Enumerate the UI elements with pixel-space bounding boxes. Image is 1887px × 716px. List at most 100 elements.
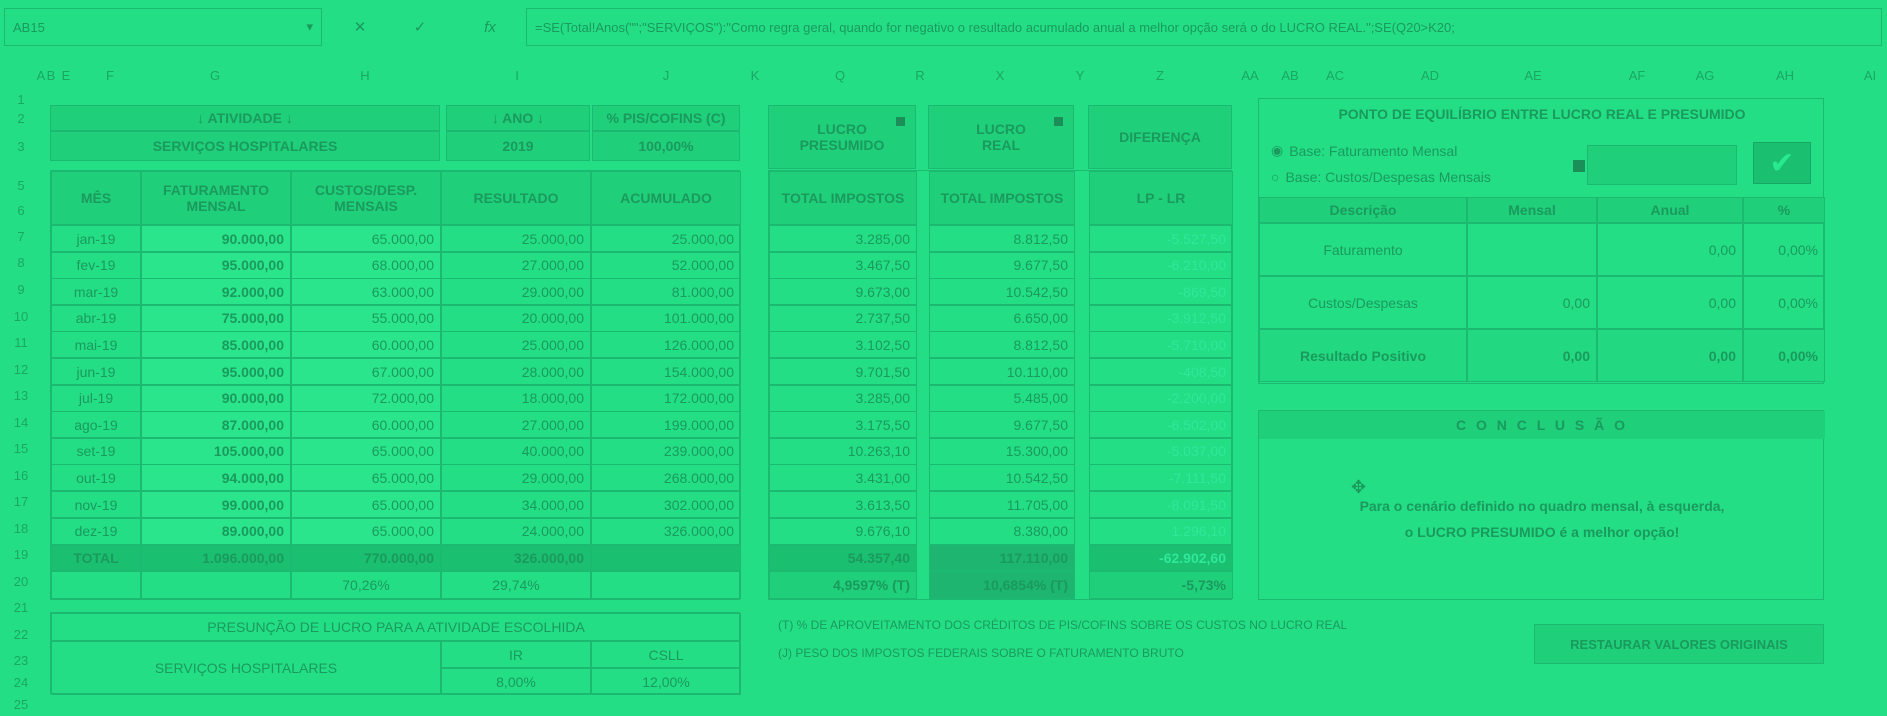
cell-mes[interactable]: out-19 <box>51 464 141 492</box>
cell-lr[interactable]: 8.812,50 <box>929 331 1075 359</box>
cell-custos[interactable]: 65.000,00 <box>291 491 441 518</box>
cell-custos[interactable]: 68.000,00 <box>291 251 441 279</box>
pct-custos[interactable]: 70,26% <box>291 571 441 599</box>
cell-acumulado[interactable]: 101.000,00 <box>591 304 741 332</box>
row-header[interactable]: 5 <box>6 178 36 193</box>
column-header-i[interactable]: I <box>507 62 527 88</box>
csll-value[interactable]: 12,00% <box>591 668 741 695</box>
row-header[interactable]: 1 <box>6 92 36 107</box>
cell-resultado[interactable]: 29.000,00 <box>441 464 591 492</box>
eq-cell-pct[interactable]: 0,00% <box>1743 329 1825 382</box>
cell-dif[interactable]: -3.912,50 <box>1089 304 1233 332</box>
cell-acumulado[interactable]: 239.000,00 <box>591 437 741 465</box>
column-header-ad[interactable]: AD <box>1415 62 1445 88</box>
row-header[interactable]: 23 <box>6 653 36 668</box>
cell-lr[interactable]: 10.542,50 <box>929 278 1075 306</box>
cell-faturamento[interactable]: 99.000,00 <box>141 491 291 518</box>
cancel-icon[interactable]: ✕ <box>340 8 380 46</box>
total-dif[interactable]: -62.902,60 <box>1089 545 1233 571</box>
column-header-x[interactable]: X <box>990 62 1010 88</box>
row-header[interactable]: 21 <box>6 600 36 615</box>
cell-resultado[interactable]: 27.000,00 <box>441 251 591 279</box>
formula-input[interactable]: =SE(Total!Anos("";"SERVIÇOS"):"Como regr… <box>526 8 1882 46</box>
spin-icon[interactable] <box>1573 160 1585 172</box>
column-header-ae[interactable]: AE <box>1518 62 1548 88</box>
cell-lr[interactable]: 10.110,00 <box>929 358 1075 385</box>
cell-resultado[interactable]: 18.000,00 <box>441 384 591 412</box>
eq-cell-desc[interactable]: Custos/Despesas <box>1259 276 1467 329</box>
cell-resultado[interactable]: 24.000,00 <box>441 517 591 545</box>
pct-acumulado[interactable] <box>591 571 741 599</box>
cell-faturamento[interactable]: 105.000,00 <box>141 437 291 465</box>
cell-lr[interactable]: 8.380,00 <box>929 517 1075 545</box>
cell-lr[interactable]: 10.542,50 <box>929 464 1075 492</box>
ir-value[interactable]: 8,00% <box>441 668 591 695</box>
cell-acumulado[interactable]: 326.000,00 <box>591 517 741 545</box>
name-box[interactable]: AB15 ▾ <box>4 8 322 46</box>
cell-lr[interactable]: 5.485,00 <box>929 384 1075 412</box>
total-lp[interactable]: 54.357,40 <box>769 545 917 571</box>
column-header-g[interactable]: G <box>205 62 225 88</box>
eq-cell-pct[interactable]: 0,00% <box>1743 276 1825 329</box>
column-header-a[interactable]: A <box>36 62 46 88</box>
cell-lr[interactable]: 9.677,50 <box>929 411 1075 439</box>
cell-lp[interactable]: 9.673,00 <box>769 278 917 306</box>
cell-faturamento[interactable]: 85.000,00 <box>141 331 291 359</box>
cell-lp[interactable]: 3.175,50 <box>769 411 917 439</box>
cell-custos[interactable]: 72.000,00 <box>291 384 441 412</box>
cell-dif[interactable]: -408,50 <box>1089 358 1233 385</box>
cell-custos[interactable]: 65.000,00 <box>291 225 441 252</box>
column-header-e[interactable]: E <box>56 62 76 88</box>
cell-mes[interactable]: mar-19 <box>51 278 141 306</box>
cell-lp[interactable]: 2.737,50 <box>769 304 917 332</box>
row-header[interactable]: 25 <box>6 697 36 712</box>
cell-dif[interactable]: -7.111,50 <box>1089 464 1233 492</box>
cell-acumulado[interactable]: 52.000,00 <box>591 251 741 279</box>
column-header-ab[interactable]: AB <box>1275 62 1305 88</box>
row-header[interactable]: 15 <box>6 441 36 456</box>
eq-cell-anual[interactable]: 0,00 <box>1597 329 1743 382</box>
cell-dif[interactable]: -8.091,50 <box>1089 491 1233 518</box>
cell-dif[interactable]: -5.710,00 <box>1089 331 1233 359</box>
column-header-j[interactable]: J <box>656 62 676 88</box>
confirm-button[interactable]: ✔ <box>1753 142 1811 184</box>
column-header-af[interactable]: AF <box>1622 62 1652 88</box>
atividade-value[interactable]: SERVIÇOS HOSPITALARES <box>50 131 440 161</box>
enter-icon[interactable]: ✓ <box>400 8 440 46</box>
column-header-h[interactable]: H <box>355 62 375 88</box>
total-lr[interactable]: 117.110,00 <box>929 545 1075 571</box>
pct-lp[interactable]: 4,9597% (T) <box>769 571 917 599</box>
cell-acumulado[interactable]: 25.000,00 <box>591 225 741 252</box>
radio-faturamento[interactable]: ◉ Base: Faturamento Mensal <box>1271 142 1457 159</box>
column-header-y[interactable]: Y <box>1070 62 1090 88</box>
cell-dif[interactable]: -2.200,00 <box>1089 384 1233 412</box>
cell-resultado[interactable]: 25.000,00 <box>441 225 591 252</box>
column-header-ac[interactable]: AC <box>1320 62 1350 88</box>
cell-lr[interactable]: 15.300,00 <box>929 437 1075 465</box>
column-header-b[interactable]: B <box>46 62 56 88</box>
eq-cell-mensal[interactable]: 0,00 <box>1467 276 1597 329</box>
eq-cell-mensal[interactable]: 0,00 <box>1467 329 1597 382</box>
cell-faturamento[interactable]: 75.000,00 <box>141 304 291 332</box>
row-header[interactable]: 24 <box>6 675 36 690</box>
cell-lp[interactable]: 9.676,10 <box>769 517 917 545</box>
cell-dif[interactable]: -869,50 <box>1089 278 1233 306</box>
cell-dif[interactable]: -5.037,00 <box>1089 437 1233 465</box>
row-header[interactable]: 3 <box>6 139 36 154</box>
filter-icon[interactable] <box>1054 117 1063 126</box>
cell-faturamento[interactable]: 92.000,00 <box>141 278 291 306</box>
row-header[interactable]: 16 <box>6 468 36 483</box>
cell-mes[interactable]: dez-19 <box>51 517 141 545</box>
cell-lp[interactable]: 3.102,50 <box>769 331 917 359</box>
cell-mes[interactable]: fev-19 <box>51 251 141 279</box>
cell-mes[interactable]: ago-19 <box>51 411 141 439</box>
pis-value[interactable]: 100,00% <box>592 131 740 161</box>
cell-lr[interactable]: 9.677,50 <box>929 251 1075 279</box>
cell-dif[interactable]: -6.210,00 <box>1089 251 1233 279</box>
cell-acumulado[interactable]: 172.000,00 <box>591 384 741 412</box>
row-header[interactable]: 20 <box>6 574 36 589</box>
row-header[interactable]: 7 <box>6 229 36 244</box>
cell-resultado[interactable]: 27.000,00 <box>441 411 591 439</box>
cell-lr[interactable]: 8.812,50 <box>929 225 1075 252</box>
eq-cell-pct[interactable]: 0,00% <box>1743 223 1825 276</box>
